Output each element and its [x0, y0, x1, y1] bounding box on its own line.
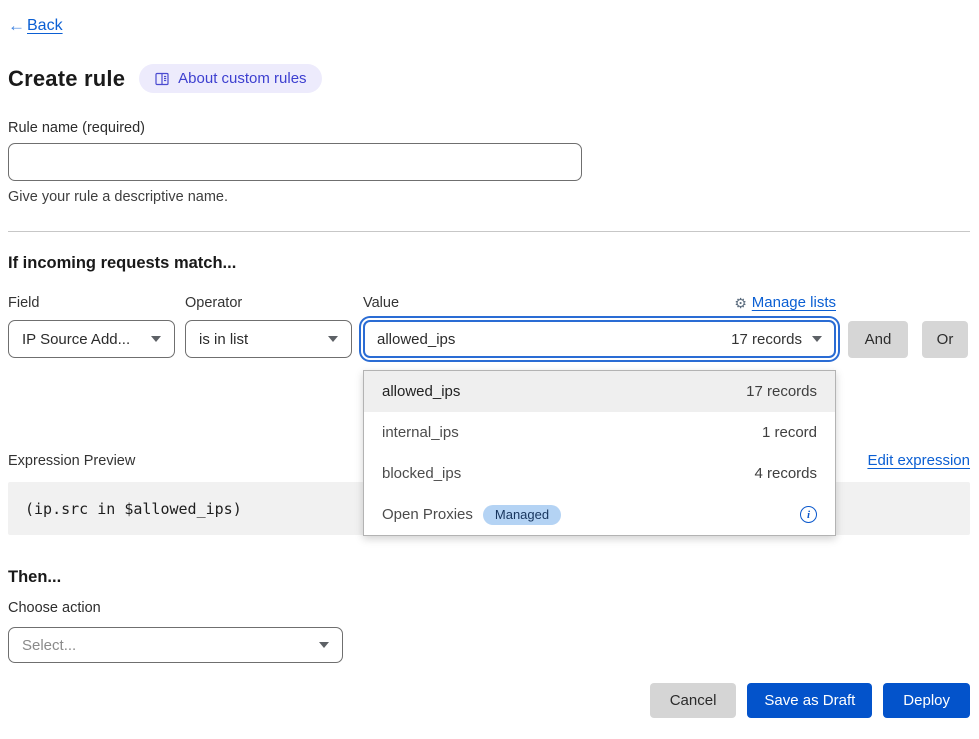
page-title: Create rule [8, 66, 125, 92]
chevron-down-icon [328, 336, 338, 342]
list-option-allowed-ips[interactable]: allowed_ips 17 records [364, 371, 835, 412]
and-button[interactable]: And [848, 321, 908, 358]
field-label: Field [8, 295, 175, 311]
chevron-down-icon [812, 336, 822, 342]
manage-lists-label: Manage lists [752, 294, 836, 311]
option-name: blocked_ips [382, 465, 461, 482]
edit-expression-link[interactable]: Edit expression [867, 452, 970, 469]
match-heading: If incoming requests match... [8, 254, 970, 273]
save-draft-button[interactable]: Save as Draft [747, 683, 872, 718]
cancel-button[interactable]: Cancel [650, 683, 737, 718]
operator-label: Operator [185, 295, 352, 311]
back-link[interactable]: ←Back [8, 16, 63, 36]
list-option-blocked-ips[interactable]: blocked_ips 4 records [364, 453, 835, 494]
value-select-records: 17 records [731, 331, 802, 348]
option-name: allowed_ips [382, 383, 460, 400]
action-select[interactable]: Select... [8, 627, 343, 663]
option-name: Open Proxies [382, 506, 473, 523]
then-heading: Then... [8, 568, 970, 587]
value-select-name: allowed_ips [377, 331, 721, 348]
book-icon [154, 71, 170, 87]
option-name: internal_ips [382, 424, 459, 441]
choose-action-label: Choose action [8, 600, 970, 616]
info-icon[interactable]: i [800, 506, 817, 523]
operator-select-value: is in list [199, 331, 318, 348]
option-meta: 4 records [754, 465, 817, 482]
list-option-internal-ips[interactable]: internal_ips 1 record [364, 412, 835, 453]
about-custom-rules-link[interactable]: About custom rules [139, 64, 321, 93]
manage-lists-link[interactable]: ⚙ Manage lists [734, 294, 836, 311]
list-dropdown: allowed_ips 17 records internal_ips 1 re… [363, 370, 836, 536]
or-button[interactable]: Or [922, 321, 968, 358]
rule-name-label: Rule name (required) [8, 120, 970, 136]
option-meta: 17 records [746, 383, 817, 400]
back-arrow-icon: ← [8, 16, 25, 36]
chevron-down-icon [319, 642, 329, 648]
section-divider [8, 231, 970, 232]
value-label: Value [363, 295, 399, 311]
back-link-label: Back [27, 17, 63, 35]
option-meta: 1 record [762, 424, 817, 441]
back-row: ←Back [8, 0, 970, 36]
value-select[interactable]: allowed_ips 17 records [363, 320, 836, 358]
deploy-button[interactable]: Deploy [883, 683, 970, 718]
managed-badge: Managed [483, 505, 561, 525]
chevron-down-icon [151, 336, 161, 342]
gear-icon: ⚙ [734, 296, 747, 310]
field-select[interactable]: IP Source Add... [8, 320, 175, 358]
expression-preview-label: Expression Preview [8, 453, 135, 469]
field-select-value: IP Source Add... [22, 331, 141, 348]
operator-select[interactable]: is in list [185, 320, 352, 358]
list-option-open-proxies[interactable]: Open Proxies Managed i [364, 494, 835, 535]
rule-name-input[interactable] [8, 143, 582, 181]
rule-name-helper: Give your rule a descriptive name. [8, 189, 970, 205]
action-select-placeholder: Select... [22, 637, 309, 654]
about-custom-rules-label: About custom rules [178, 70, 306, 87]
